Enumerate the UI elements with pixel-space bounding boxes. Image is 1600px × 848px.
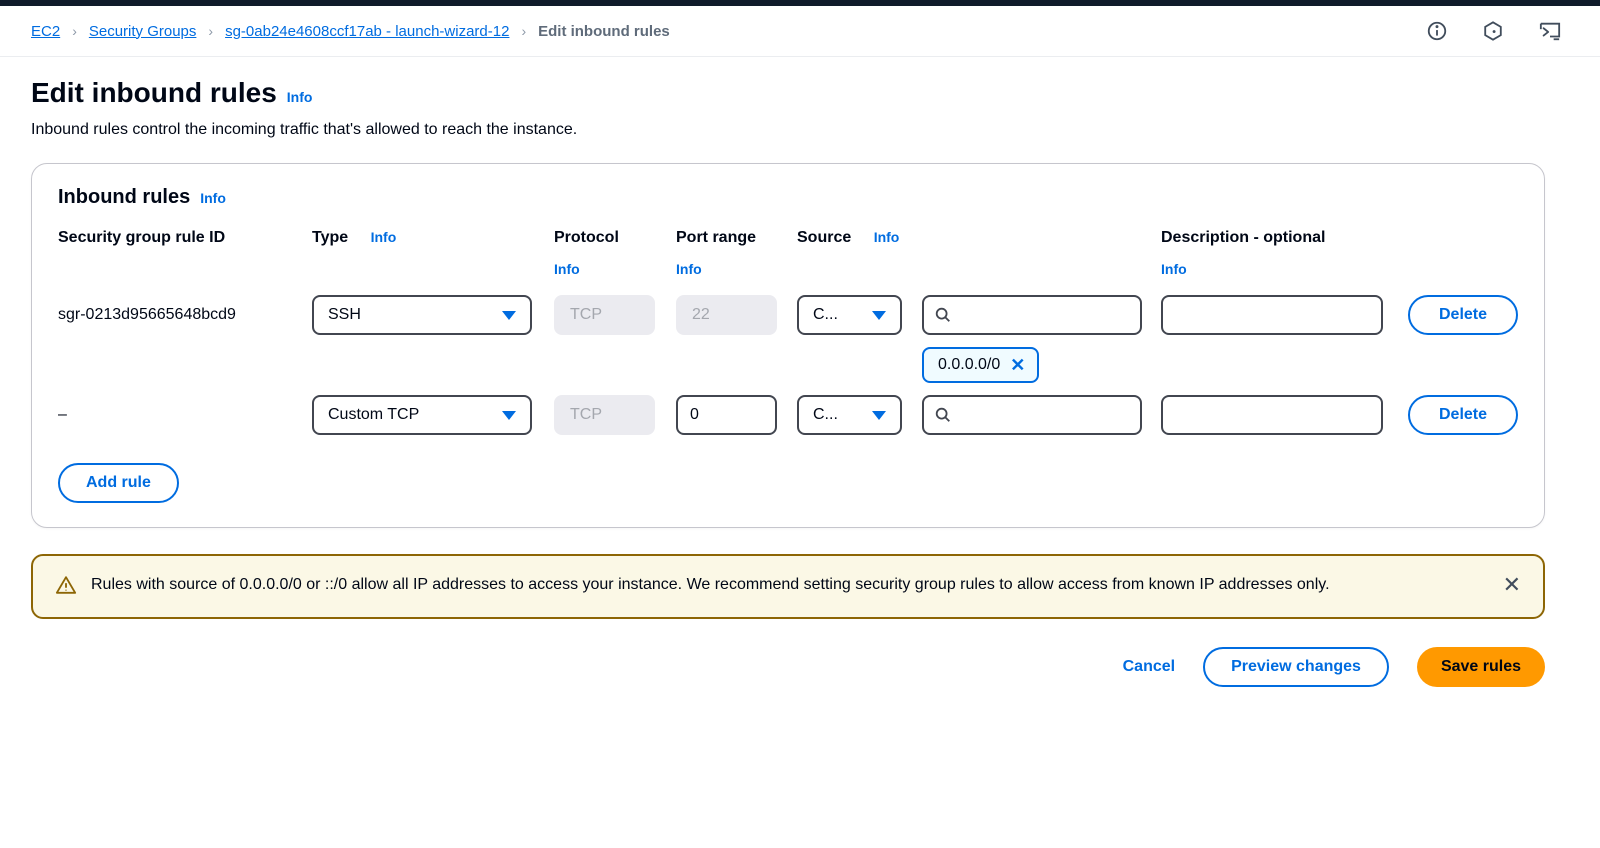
warning-text: Rules with source of 0.0.0.0/0 or ::/0 a… (91, 572, 1489, 598)
column-header-protocol: Protocol (554, 229, 655, 247)
breadcrumb-current-page: Edit inbound rules (538, 23, 670, 40)
rule-2-source-type-select[interactable]: C... (797, 395, 902, 435)
breadcrumb-separator: › (208, 23, 213, 39)
column-header-type: Type (312, 229, 348, 246)
hexagon-shortcuts-icon[interactable] (1482, 20, 1504, 42)
page-title: Edit inbound rules (31, 77, 277, 109)
column-header-port-range: Port range (676, 229, 777, 247)
chevron-down-icon (502, 411, 516, 420)
column-header-description: Description - optional (1161, 229, 1383, 247)
rule-2-type-select[interactable]: Custom TCP (312, 395, 532, 435)
inbound-rules-panel: Inbound rules Info Security group rule I… (31, 163, 1545, 528)
page-title-info-link[interactable]: Info (287, 89, 313, 105)
rule-2-source-search[interactable] (922, 395, 1142, 435)
rule-row-1: sgr-0213d95665648bcd9 SSH TCP 22 C... De… (58, 295, 1518, 335)
rule-1-protocol-field: TCP (554, 295, 655, 335)
rule-1-delete-button[interactable]: Delete (1408, 295, 1518, 335)
panel-title: Inbound rules (58, 186, 190, 209)
column-header-rule-id: Security group rule ID (58, 229, 312, 247)
rule-1-source-chip-value: 0.0.0.0/0 (938, 356, 1000, 374)
breadcrumb: EC2 › Security Groups › sg-0ab24e4608ccf… (31, 23, 670, 40)
column-header-row: Security group rule ID Type Info Protoco… (58, 229, 1518, 279)
rule-2-source-search-input[interactable] (960, 399, 1130, 431)
warning-triangle-icon (55, 574, 77, 601)
chevron-down-icon (872, 311, 886, 320)
chevron-down-icon (872, 411, 886, 420)
type-info-link[interactable]: Info (371, 229, 397, 245)
page-header: Edit inbound rules Info Inbound rules co… (0, 57, 1600, 139)
rule-1-source-chip-row: 0.0.0.0/0 ✕ (922, 347, 1518, 383)
search-icon (934, 406, 952, 424)
chip-remove-icon[interactable]: ✕ (1010, 356, 1025, 374)
source-info-link[interactable]: Info (874, 229, 900, 245)
rule-1-source-type-value: C... (813, 306, 838, 324)
rule-1-type-select[interactable]: SSH (312, 295, 532, 335)
rule-1-description-input[interactable] (1161, 295, 1383, 335)
breadcrumb-separator: › (72, 23, 77, 39)
description-info-link[interactable]: Info (1161, 261, 1187, 277)
search-icon (934, 306, 952, 324)
rule-2-protocol-field: TCP (554, 395, 655, 435)
column-header-source: Source (797, 229, 851, 246)
rule-1-source-search-input[interactable] (960, 299, 1130, 331)
cloudshell-terminal-icon[interactable] (1538, 20, 1562, 42)
breadcrumb-bar: EC2 › Security Groups › sg-0ab24e4608ccf… (0, 6, 1600, 57)
port-range-info-link[interactable]: Info (676, 261, 702, 277)
rule-1-source-chip: 0.0.0.0/0 ✕ (922, 347, 1039, 383)
rule-1-source-search[interactable] (922, 295, 1142, 335)
warning-flashbar: Rules with source of 0.0.0.0/0 or ::/0 a… (31, 554, 1545, 619)
breadcrumb-security-group-id[interactable]: sg-0ab24e4608ccf17ab - launch-wizard-12 (225, 23, 509, 40)
preview-changes-button[interactable]: Preview changes (1203, 647, 1389, 687)
chevron-down-icon (502, 311, 516, 320)
warning-close-icon[interactable]: ✕ (1503, 574, 1521, 596)
protocol-info-link[interactable]: Info (554, 261, 580, 277)
rule-1-id: sgr-0213d95665648bcd9 (58, 306, 312, 324)
cancel-button[interactable]: Cancel (1123, 658, 1175, 676)
rule-2-id: – (58, 406, 312, 424)
add-rule-button[interactable]: Add rule (58, 463, 179, 503)
breadcrumb-security-groups[interactable]: Security Groups (89, 23, 197, 40)
breadcrumb-separator: › (521, 23, 526, 39)
rule-2-delete-button[interactable]: Delete (1408, 395, 1518, 435)
rule-row-2: – Custom TCP TCP C... Delete (58, 395, 1518, 435)
header-utility-icons (1426, 20, 1562, 42)
save-rules-button[interactable]: Save rules (1417, 647, 1545, 687)
rule-2-source-type-value: C... (813, 406, 838, 424)
rule-1-port-field: 22 (676, 295, 777, 335)
footer-actions: Cancel Preview changes Save rules (0, 647, 1545, 687)
panel-info-link[interactable]: Info (200, 190, 226, 206)
rule-2-port-input[interactable] (676, 395, 777, 435)
rule-2-type-value: Custom TCP (328, 406, 419, 424)
rule-2-description-input[interactable] (1161, 395, 1383, 435)
info-icon[interactable] (1426, 20, 1448, 42)
rule-1-source-type-select[interactable]: C... (797, 295, 902, 335)
rule-1-type-value: SSH (328, 306, 361, 324)
breadcrumb-ec2[interactable]: EC2 (31, 23, 60, 40)
page-description: Inbound rules control the incoming traff… (31, 121, 1569, 139)
